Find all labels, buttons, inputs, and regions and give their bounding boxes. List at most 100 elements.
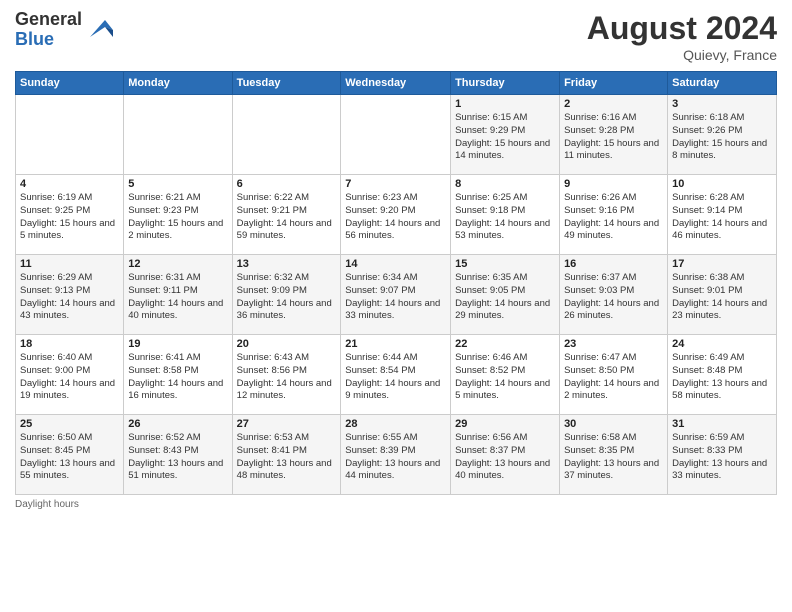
calendar-week-4: 18 Sunrise: 6:40 AM Sunset: 9:00 PM Dayli… (16, 335, 777, 415)
calendar-cell: 6 Sunrise: 6:22 AM Sunset: 9:21 PM Daylig… (232, 175, 341, 255)
calendar-cell (341, 95, 451, 175)
page: General Blue August 2024 Quievy, France … (0, 0, 792, 612)
day-info: Sunrise: 6:28 AM Sunset: 9:14 PM Dayligh… (672, 192, 772, 243)
calendar-cell: 16 Sunrise: 6:37 AM Sunset: 9:03 PM Dayli… (560, 255, 668, 335)
day-info: Sunrise: 6:50 AM Sunset: 8:45 PM Dayligh… (20, 432, 119, 483)
day-info: Sunrise: 6:23 AM Sunset: 9:20 PM Dayligh… (345, 192, 446, 243)
day-info: Sunrise: 6:56 AM Sunset: 8:37 PM Dayligh… (455, 432, 555, 483)
day-info: Sunrise: 6:59 AM Sunset: 8:33 PM Dayligh… (672, 432, 772, 483)
day-info: Sunrise: 6:47 AM Sunset: 8:50 PM Dayligh… (564, 352, 663, 403)
day-header-saturday: Saturday (668, 72, 777, 95)
day-info: Sunrise: 6:22 AM Sunset: 9:21 PM Dayligh… (237, 192, 337, 243)
day-info: Sunrise: 6:58 AM Sunset: 8:35 PM Dayligh… (564, 432, 663, 483)
calendar-week-1: 1 Sunrise: 6:15 AM Sunset: 9:29 PM Daylig… (16, 95, 777, 175)
day-number: 8 (455, 178, 555, 190)
day-number: 16 (564, 258, 663, 270)
day-number: 20 (237, 338, 337, 350)
calendar-cell: 19Sunrise: 6:41 AM Sunset: 8:58 PM Dayli… (124, 335, 232, 415)
day-number: 26 (128, 418, 227, 430)
day-number: 4 (20, 178, 119, 190)
day-info: Sunrise: 6:46 AM Sunset: 8:52 PM Dayligh… (455, 352, 555, 403)
calendar-cell: 4 Sunrise: 6:19 AM Sunset: 9:25 PM Daylig… (16, 175, 124, 255)
day-number: 11 (20, 258, 119, 270)
day-number: 1 (455, 98, 555, 110)
day-number: 23 (564, 338, 663, 350)
day-info: Sunrise: 6:40 AM Sunset: 9:00 PM Dayligh… (20, 352, 119, 403)
daylight-note: Daylight hours (15, 499, 79, 510)
day-header-thursday: Thursday (451, 72, 560, 95)
day-number: 9 (564, 178, 663, 190)
calendar-cell: 12 Sunrise: 6:31 AM Sunset: 9:11 PM Dayli… (124, 255, 232, 335)
calendar-cell: 8 Sunrise: 6:25 AM Sunset: 9:18 PM Daylig… (451, 175, 560, 255)
day-number: 3 (672, 98, 772, 110)
day-info: Sunrise: 6:44 AM Sunset: 8:54 PM Dayligh… (345, 352, 446, 403)
calendar-cell: 27Sunrise: 6:53 AM Sunset: 8:41 PM Dayli… (232, 415, 341, 495)
title-block: August 2024 Quievy, France (587, 10, 777, 63)
calendar-table: SundayMondayTuesdayWednesdayThursdayFrid… (15, 71, 777, 495)
day-number: 10 (672, 178, 772, 190)
day-header-monday: Monday (124, 72, 232, 95)
day-info: Sunrise: 6:18 AM Sunset: 9:26 PM Dayligh… (672, 112, 772, 163)
calendar-cell: 17Sunrise: 6:38 AM Sunset: 9:01 PM Dayli… (668, 255, 777, 335)
logo-icon (85, 15, 115, 45)
calendar-cell: 31 Sunrise: 6:59 AM Sunset: 8:33 PM Dayli… (668, 415, 777, 495)
calendar-cell (124, 95, 232, 175)
calendar-week-2: 4 Sunrise: 6:19 AM Sunset: 9:25 PM Daylig… (16, 175, 777, 255)
day-info: Sunrise: 6:21 AM Sunset: 9:23 PM Dayligh… (128, 192, 227, 243)
day-info: Sunrise: 6:37 AM Sunset: 9:03 PM Dayligh… (564, 272, 663, 323)
day-number: 24 (672, 338, 772, 350)
day-info: Sunrise: 6:15 AM Sunset: 9:29 PM Dayligh… (455, 112, 555, 163)
calendar-cell: 10 Sunrise: 6:28 AM Sunset: 9:14 PM Dayli… (668, 175, 777, 255)
calendar-cell: 1 Sunrise: 6:15 AM Sunset: 9:29 PM Daylig… (451, 95, 560, 175)
day-info: Sunrise: 6:31 AM Sunset: 9:11 PM Dayligh… (128, 272, 227, 323)
day-number: 14 (345, 258, 446, 270)
day-number: 21 (345, 338, 446, 350)
day-info: Sunrise: 6:52 AM Sunset: 8:43 PM Dayligh… (128, 432, 227, 483)
calendar-cell: 20Sunrise: 6:43 AM Sunset: 8:56 PM Dayli… (232, 335, 341, 415)
day-number: 12 (128, 258, 227, 270)
day-number: 19 (128, 338, 227, 350)
calendar-cell: 11Sunrise: 6:29 AM Sunset: 9:13 PM Dayli… (16, 255, 124, 335)
day-info: Sunrise: 6:49 AM Sunset: 8:48 PM Dayligh… (672, 352, 772, 403)
calendar-cell: 7 Sunrise: 6:23 AM Sunset: 9:20 PM Daylig… (341, 175, 451, 255)
day-info: Sunrise: 6:19 AM Sunset: 9:25 PM Dayligh… (20, 192, 119, 243)
header: General Blue August 2024 Quievy, France (15, 10, 777, 63)
calendar-cell: 26 Sunrise: 6:52 AM Sunset: 8:43 PM Dayli… (124, 415, 232, 495)
footer-note: Daylight hours (15, 499, 777, 510)
location: Quievy, France (587, 47, 777, 63)
calendar-cell: 13 Sunrise: 6:32 AM Sunset: 9:09 PM Dayli… (232, 255, 341, 335)
day-header-sunday: Sunday (16, 72, 124, 95)
day-number: 6 (237, 178, 337, 190)
logo: General Blue (15, 10, 115, 50)
calendar-week-3: 11Sunrise: 6:29 AM Sunset: 9:13 PM Dayli… (16, 255, 777, 335)
day-number: 5 (128, 178, 227, 190)
calendar-cell: 9 Sunrise: 6:26 AM Sunset: 9:16 PM Daylig… (560, 175, 668, 255)
day-info: Sunrise: 6:35 AM Sunset: 9:05 PM Dayligh… (455, 272, 555, 323)
calendar-cell: 21 Sunrise: 6:44 AM Sunset: 8:54 PM Dayli… (341, 335, 451, 415)
calendar-cell: 18 Sunrise: 6:40 AM Sunset: 9:00 PM Dayli… (16, 335, 124, 415)
day-number: 15 (455, 258, 555, 270)
day-info: Sunrise: 6:26 AM Sunset: 9:16 PM Dayligh… (564, 192, 663, 243)
day-number: 31 (672, 418, 772, 430)
calendar-header-row: SundayMondayTuesdayWednesdayThursdayFrid… (16, 72, 777, 95)
calendar-cell: 5 Sunrise: 6:21 AM Sunset: 9:23 PM Daylig… (124, 175, 232, 255)
calendar-cell: 15 Sunrise: 6:35 AM Sunset: 9:05 PM Dayli… (451, 255, 560, 335)
day-number: 18 (20, 338, 119, 350)
calendar-week-5: 25Sunrise: 6:50 AM Sunset: 8:45 PM Dayli… (16, 415, 777, 495)
calendar-cell (16, 95, 124, 175)
day-number: 13 (237, 258, 337, 270)
calendar-cell (232, 95, 341, 175)
day-header-tuesday: Tuesday (232, 72, 341, 95)
day-info: Sunrise: 6:53 AM Sunset: 8:41 PM Dayligh… (237, 432, 337, 483)
day-info: Sunrise: 6:25 AM Sunset: 9:18 PM Dayligh… (455, 192, 555, 243)
day-number: 28 (345, 418, 446, 430)
calendar-cell: 28Sunrise: 6:55 AM Sunset: 8:39 PM Dayli… (341, 415, 451, 495)
day-header-friday: Friday (560, 72, 668, 95)
day-info: Sunrise: 6:16 AM Sunset: 9:28 PM Dayligh… (564, 112, 663, 163)
calendar-cell: 3 Sunrise: 6:18 AM Sunset: 9:26 PM Daylig… (668, 95, 777, 175)
day-number: 22 (455, 338, 555, 350)
calendar-cell: 24 Sunrise: 6:49 AM Sunset: 8:48 PM Dayli… (668, 335, 777, 415)
calendar-cell: 2Sunrise: 6:16 AM Sunset: 9:28 PM Daylig… (560, 95, 668, 175)
day-number: 7 (345, 178, 446, 190)
day-info: Sunrise: 6:32 AM Sunset: 9:09 PM Dayligh… (237, 272, 337, 323)
